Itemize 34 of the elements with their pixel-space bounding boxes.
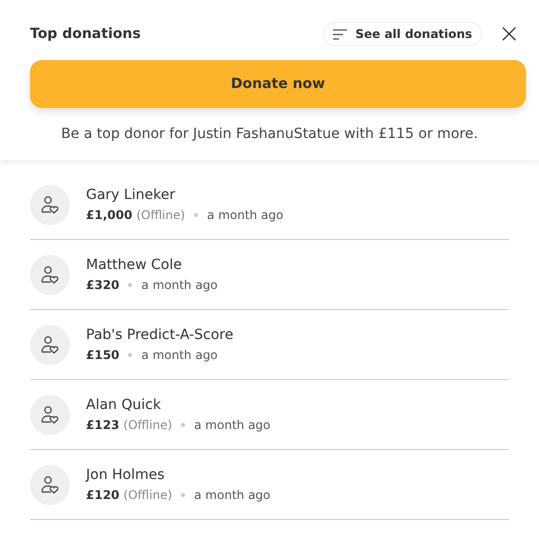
close-button[interactable]: ×: [492, 22, 526, 46]
separator-dot: [194, 213, 198, 217]
separator-dot: [181, 423, 186, 427]
donation-amount: £320: [86, 278, 120, 292]
person-heart-icon: [40, 334, 60, 354]
separator-dot: [128, 283, 132, 287]
offline-note: (Offline): [136, 208, 186, 222]
offline-note: (Offline): [123, 488, 172, 502]
offline-note: (Offline): [123, 418, 172, 432]
donor-name: Alan Quick: [86, 397, 162, 413]
donation-time: a month ago: [141, 348, 218, 362]
separator-dot: [128, 353, 132, 357]
donation-time: a month ago: [141, 278, 218, 292]
donation-amount: £120: [86, 488, 120, 502]
separator-dot: [181, 493, 186, 497]
top-donor-notice: Be a top donor for Justin FashanuStatue with £115 or more.: [60, 126, 479, 142]
donor-name: Jon Holmes: [86, 467, 166, 483]
person-heart-icon: [40, 264, 60, 284]
donor-name: Gary Lineker: [86, 187, 176, 203]
person-heart-icon: [40, 194, 60, 214]
donation-time: a month ago: [207, 208, 284, 222]
sort-lines-icon: [333, 28, 348, 40]
panel-title: Top donations: [30, 26, 141, 42]
donation-amount: £150: [86, 348, 120, 362]
donor-name: Matthew Cole: [86, 257, 183, 273]
donate-button[interactable]: Donate now: [30, 60, 526, 108]
donor-name: Pab's Predict-A-Score: [86, 327, 234, 343]
person-heart-icon: [40, 404, 60, 424]
donation-time: a month ago: [194, 418, 270, 432]
donation-amount: £1,000: [86, 208, 132, 222]
person-heart-icon: [40, 474, 60, 494]
donation-time: a month ago: [194, 488, 270, 502]
see-all-button[interactable]: See all donations: [323, 22, 482, 46]
donation-amount: £123: [86, 418, 120, 432]
